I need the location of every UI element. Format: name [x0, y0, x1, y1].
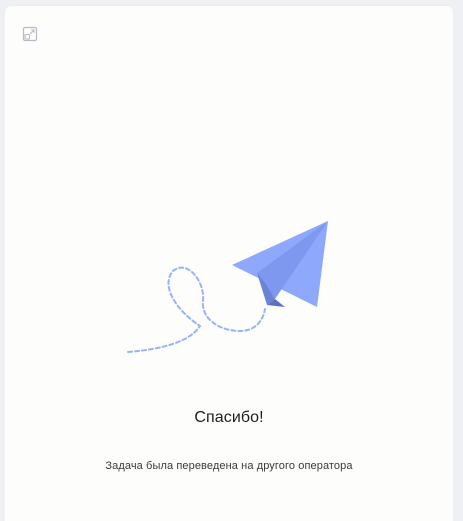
paper-plane-icon [127, 221, 328, 353]
transfer-message: Задача была переведена на другого операт… [105, 460, 353, 472]
expand-icon [22, 26, 38, 42]
sent-illustration [125, 221, 340, 366]
thank-you-title: Спасибо! [194, 409, 264, 426]
chat-panel: Спасибо! Задача была переведена на друго… [5, 6, 453, 521]
plane-trail [127, 266, 266, 353]
expand-button[interactable] [22, 26, 38, 42]
